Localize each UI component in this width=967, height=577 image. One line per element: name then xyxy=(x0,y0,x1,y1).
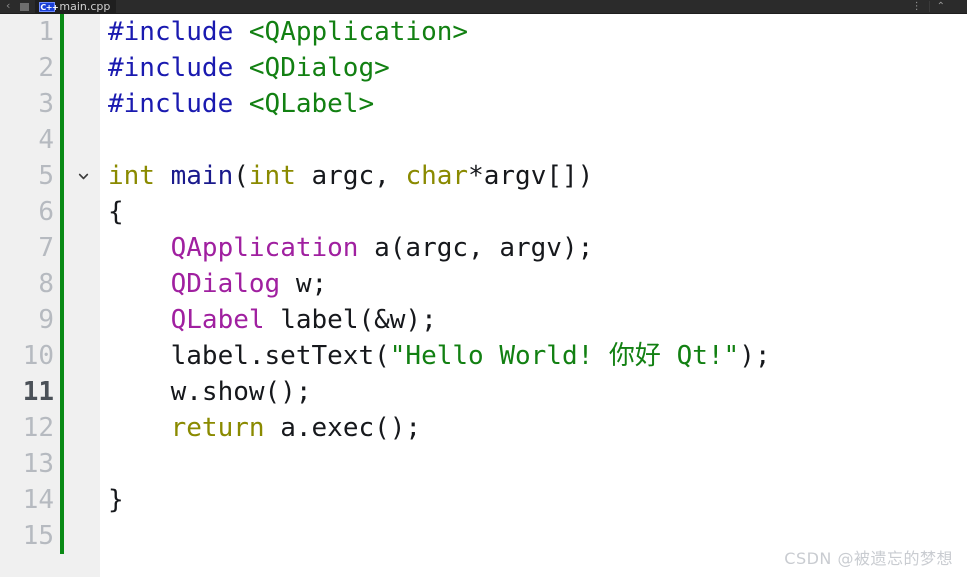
fold-slot-empty xyxy=(66,446,100,482)
code-editor[interactable]: 1 2 3 4 5 6 7 8 9 10 11 12 13 14 15 #include <QApplica… xyxy=(0,14,967,577)
code-token: <QApplication> xyxy=(248,17,469,47)
code-line[interactable]: #include <QLabel> xyxy=(100,86,967,122)
code-folding-column[interactable] xyxy=(66,14,100,554)
line-number: 11 xyxy=(22,377,54,407)
fold-slot-empty xyxy=(66,230,100,266)
code-token: QApplication xyxy=(170,233,359,263)
fold-slot-empty xyxy=(66,86,100,122)
line-number-column: 1 2 3 4 5 6 7 8 9 10 11 12 13 14 15 xyxy=(0,14,60,554)
code-token: w; xyxy=(280,269,328,299)
tab-bar: ‹ C++ main.cpp ⋮ ⌃ xyxy=(0,0,967,14)
stop-icon[interactable] xyxy=(20,3,30,11)
line-number: 6 xyxy=(38,197,54,227)
line-number: 15 xyxy=(22,521,54,551)
fold-slot-empty xyxy=(66,302,100,338)
code-token: ); xyxy=(739,341,771,371)
tab-bar-right-controls: ⋮ ⌃ xyxy=(905,0,967,13)
more-options-icon[interactable]: ⋮ xyxy=(905,1,929,12)
code-line[interactable]: QLabel label(&w); xyxy=(100,302,967,338)
line-number: 3 xyxy=(38,89,54,119)
code-content[interactable]: #include <QApplication> #include <QDialog… xyxy=(100,14,967,577)
code-token: label(&w); xyxy=(264,305,437,335)
fold-slot-empty xyxy=(66,194,100,230)
code-token: #include xyxy=(108,17,234,47)
code-token: w.show(); xyxy=(108,377,312,407)
code-token: a.exec(); xyxy=(264,413,422,443)
code-token: argc, xyxy=(295,161,406,191)
fold-slot-empty xyxy=(66,482,100,518)
navigate-back-icon[interactable]: ‹ xyxy=(6,0,10,11)
tab-bar-nav: ‹ xyxy=(0,0,35,13)
line-number: 12 xyxy=(22,413,54,443)
editor-gutter[interactable]: 1 2 3 4 5 6 7 8 9 10 11 12 13 14 15 xyxy=(0,14,100,577)
code-line[interactable]: w.show(); xyxy=(100,374,967,410)
code-token: <QLabel> xyxy=(248,89,375,119)
line-number: 10 xyxy=(22,341,54,371)
code-token: char xyxy=(405,161,469,191)
cpp-file-icon: C++ xyxy=(39,2,59,12)
code-line[interactable] xyxy=(100,446,967,482)
fold-slot-empty xyxy=(66,266,100,302)
code-line[interactable]: label.setText("Hello World! 你好 Qt!"); xyxy=(100,338,967,374)
code-token: label.setText( xyxy=(108,341,390,371)
code-token: return xyxy=(170,413,265,443)
csdn-watermark: CSDN @被遗忘的梦想 xyxy=(784,549,953,568)
code-token: <QDialog> xyxy=(248,53,390,83)
code-token: int xyxy=(108,161,155,191)
code-token: #include xyxy=(108,89,234,119)
fold-slot-empty xyxy=(66,14,100,50)
tab-main-cpp[interactable]: C++ main.cpp xyxy=(35,0,117,13)
code-token: int xyxy=(248,161,296,191)
code-token: "Hello World! 你好 Qt!" xyxy=(389,341,740,371)
code-line[interactable] xyxy=(100,122,967,158)
code-line[interactable]: return a.exec(); xyxy=(100,410,967,446)
code-token: } xyxy=(108,485,124,515)
code-token: #include xyxy=(108,53,234,83)
code-line[interactable]: { xyxy=(100,194,967,230)
line-number: 9 xyxy=(38,305,54,335)
code-line[interactable]: #include <QApplication> xyxy=(100,14,967,50)
code-token: { xyxy=(108,197,124,227)
fold-slot-empty xyxy=(66,338,100,374)
code-token: *argv[]) xyxy=(468,161,594,191)
code-line[interactable]: QApplication a(argc, argv); xyxy=(100,230,967,266)
code-line[interactable]: } xyxy=(100,482,967,518)
code-line[interactable]: QDialog w; xyxy=(100,266,967,302)
fold-slot-empty xyxy=(66,50,100,86)
line-number: 4 xyxy=(38,125,54,155)
line-number: 14 xyxy=(22,485,54,515)
chevron-up-icon[interactable]: ⌃ xyxy=(928,1,952,12)
code-line[interactable]: #include <QDialog> xyxy=(100,50,967,86)
line-number: 13 xyxy=(22,449,54,479)
line-number: 8 xyxy=(38,269,54,299)
vcs-change-marker xyxy=(60,14,64,554)
fold-slot-empty xyxy=(66,374,100,410)
code-token: a(argc, argv); xyxy=(358,233,594,263)
line-number: 2 xyxy=(38,53,54,83)
fold-chevron-down-icon[interactable] xyxy=(66,158,100,194)
code-token: main xyxy=(170,161,234,191)
code-line[interactable]: int main(int argc, char*argv[]) xyxy=(100,158,967,194)
editor-window: ‹ C++ main.cpp ⋮ ⌃ 1 2 3 4 5 6 7 8 9 10 11 12 13 14 15… xyxy=(0,0,967,577)
code-token: ( xyxy=(233,161,249,191)
fold-slot-empty xyxy=(66,518,100,554)
fold-slot-empty xyxy=(66,410,100,446)
code-token: QDialog xyxy=(170,269,281,299)
tab-title: main.cpp xyxy=(59,0,111,13)
line-number: 7 xyxy=(38,233,54,263)
fold-slot-empty xyxy=(66,122,100,158)
line-number: 1 xyxy=(38,17,54,47)
code-token: QLabel xyxy=(170,305,265,335)
line-number: 5 xyxy=(38,161,54,191)
